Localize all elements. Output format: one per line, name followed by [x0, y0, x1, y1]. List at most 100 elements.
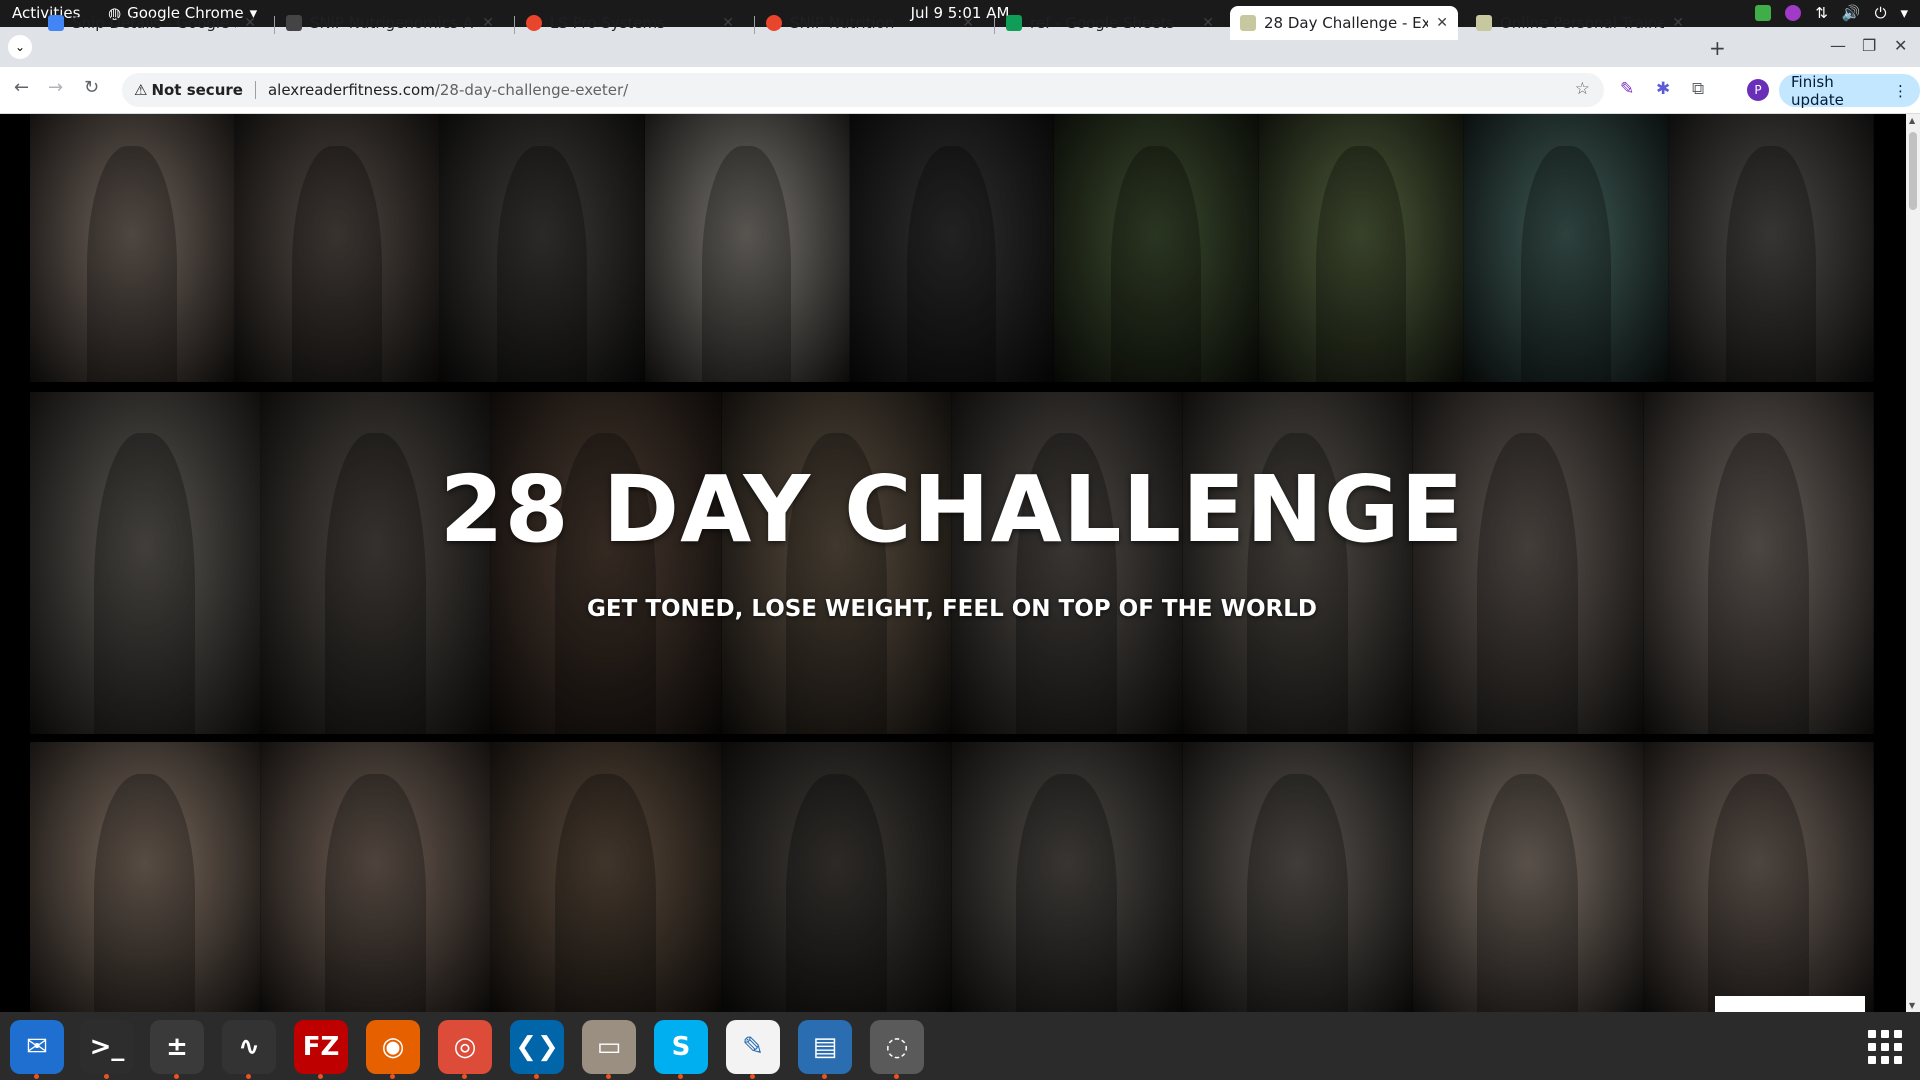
scroll-up-icon[interactable]: ▲	[1909, 116, 1915, 125]
tab-search-button[interactable]: ⌄	[8, 35, 32, 59]
page-scrollbar[interactable]: ▲ ▼	[1906, 114, 1920, 1012]
page-content: 28 DAY CHALLENGE GET TONED, LOSE WEIGHT,…	[0, 114, 1906, 1012]
transformation-photo	[849, 114, 1055, 382]
tab[interactable]: LS Pro Systems ✕	[516, 6, 744, 40]
transformation-photo	[30, 114, 235, 382]
tab[interactable]: SNiP Nutrigenomics Adm ✕	[276, 6, 504, 40]
back-button[interactable]: ←	[14, 77, 29, 98]
tab[interactable]: SNiP Nutrition ✕	[756, 6, 984, 40]
network-icon[interactable]: ⇅	[1815, 4, 1828, 22]
firefox-icon[interactable]: ◉	[366, 1020, 420, 1079]
reload-button[interactable]: ↻	[84, 77, 99, 98]
person-silhouette	[1521, 146, 1611, 382]
system-monitor-icon[interactable]: ∿	[222, 1020, 276, 1079]
transformation-photo	[1643, 742, 1874, 1012]
close-icon[interactable]: ✕	[1436, 15, 1448, 31]
bookmark-star-icon[interactable]: ☆	[1575, 79, 1590, 99]
running-indicator	[174, 1074, 179, 1079]
tab[interactable]: Snip Details - Google Do ✕	[38, 6, 266, 40]
finish-update-button[interactable]: Finish update ⋮	[1779, 73, 1920, 109]
transformation-photo	[234, 114, 440, 382]
person-silhouette	[87, 146, 177, 382]
maximize-icon: ❐	[1862, 36, 1877, 55]
extensions-puzzle-icon[interactable]: ⧉	[1692, 79, 1704, 99]
close-window-button[interactable]: ✕	[1894, 36, 1907, 55]
color-circle-icon[interactable]	[1785, 5, 1802, 21]
floating-widget[interactable]	[1715, 996, 1865, 1012]
person-silhouette	[1726, 146, 1816, 382]
status-green-icon[interactable]	[1755, 5, 1772, 21]
close-icon[interactable]: ✕	[482, 15, 494, 31]
close-icon[interactable]: ✕	[962, 15, 974, 31]
tab-separator	[994, 16, 995, 34]
chrome-icon[interactable]: ◎	[438, 1020, 492, 1079]
person-silhouette	[785, 774, 887, 1012]
person-silhouette	[1111, 146, 1202, 382]
forward-button[interactable]: →	[48, 77, 63, 98]
transformation-photo	[1413, 742, 1644, 1012]
tab-title: LS Pro Systems	[550, 14, 665, 32]
transformation-photo	[644, 114, 850, 382]
document-viewer-icon[interactable]: ▤	[798, 1020, 852, 1079]
google-docs-icon	[48, 15, 64, 31]
transformation-photo	[721, 742, 952, 1012]
running-indicator	[318, 1074, 323, 1079]
vscode-icon[interactable]: ❮❯	[510, 1020, 564, 1079]
power-icon[interactable]: ⏻	[1875, 4, 1887, 22]
transformation-photo	[30, 392, 261, 734]
running-indicator	[246, 1074, 251, 1079]
running-indicator	[390, 1074, 395, 1079]
transformation-photo	[30, 742, 261, 1012]
tab[interactable]: ref - Google Sheets ✕	[996, 6, 1224, 40]
dock: ✉ >_ ± ∿ FZ ◉ ◎ ❮❯ ▭ S ✎ ▤ ◌	[0, 1012, 1920, 1080]
tab-separator	[274, 16, 275, 34]
site-info-button[interactable]: ⚠ Not secure	[134, 81, 243, 99]
text-editor-icon[interactable]: ✎	[726, 1020, 780, 1079]
system-tray[interactable]: ⇅ 🔊 ⏻ ▾	[1755, 4, 1908, 22]
profile-avatar[interactable]: P	[1747, 79, 1769, 101]
maximize-button[interactable]: ❐	[1862, 36, 1876, 55]
kebab-menu-icon: ⋮	[1893, 81, 1908, 100]
close-icon[interactable]: ✕	[1202, 15, 1214, 31]
person-silhouette	[291, 146, 382, 382]
volume-icon[interactable]: 🔊	[1842, 4, 1861, 22]
tab[interactable]: Online Personal Trainer ✕	[1466, 6, 1694, 40]
hero-subtitle: GET TONED, LOSE WEIGHT, FEEL ON TOP OF T…	[587, 596, 1317, 622]
transformation-photo	[1669, 114, 1874, 382]
transformation-photo	[260, 742, 491, 1012]
filezilla-icon[interactable]: FZ	[294, 1020, 348, 1079]
snip-logo-icon	[286, 15, 302, 31]
arrow-right-icon: →	[48, 77, 64, 98]
transformation-photo	[1182, 742, 1413, 1012]
security-label: Not secure	[151, 81, 243, 99]
transformation-photo	[1643, 392, 1874, 734]
tab-active[interactable]: 28 Day Challenge - Exete ✕	[1230, 6, 1458, 40]
transformation-photo	[952, 742, 1183, 1012]
ls-pro-icon	[526, 15, 542, 31]
google-sheets-icon	[1006, 15, 1022, 31]
show-apps-icon[interactable]	[1868, 1030, 1902, 1064]
skype-icon[interactable]: S	[654, 1020, 708, 1079]
close-icon[interactable]: ✕	[1672, 15, 1684, 31]
ls-pro-icon	[766, 15, 782, 31]
disc-icon[interactable]: ◌	[870, 1020, 924, 1079]
thunderbird-icon[interactable]: ✉	[10, 1020, 64, 1079]
transformation-photo	[1259, 114, 1465, 382]
transformation-photo	[1464, 114, 1669, 382]
tab-title: Snip Details - Google Do	[72, 14, 236, 32]
scroll-down-icon[interactable]: ▼	[1909, 1001, 1915, 1010]
close-icon[interactable]: ✕	[244, 15, 256, 31]
transformation-photo	[491, 392, 722, 734]
scrollbar-thumb[interactable]	[1909, 132, 1917, 210]
new-tab-button[interactable]: +	[1709, 36, 1726, 60]
files-icon[interactable]: ▭	[582, 1020, 636, 1079]
address-bar[interactable]: ⚠ Not secure alexreaderfitness.com /28-d…	[122, 73, 1604, 107]
pen-extension-icon[interactable]: ✎	[1620, 79, 1634, 99]
close-icon[interactable]: ✕	[722, 15, 734, 31]
transformation-photo	[1054, 114, 1260, 382]
calculator-icon[interactable]: ±	[150, 1020, 204, 1079]
chevron-down-icon[interactable]: ▾	[1900, 4, 1908, 22]
minimize-button[interactable]: —	[1830, 36, 1846, 55]
asterisk-extension-icon[interactable]: ✱	[1656, 79, 1670, 99]
terminal-icon[interactable]: >_	[80, 1020, 134, 1079]
